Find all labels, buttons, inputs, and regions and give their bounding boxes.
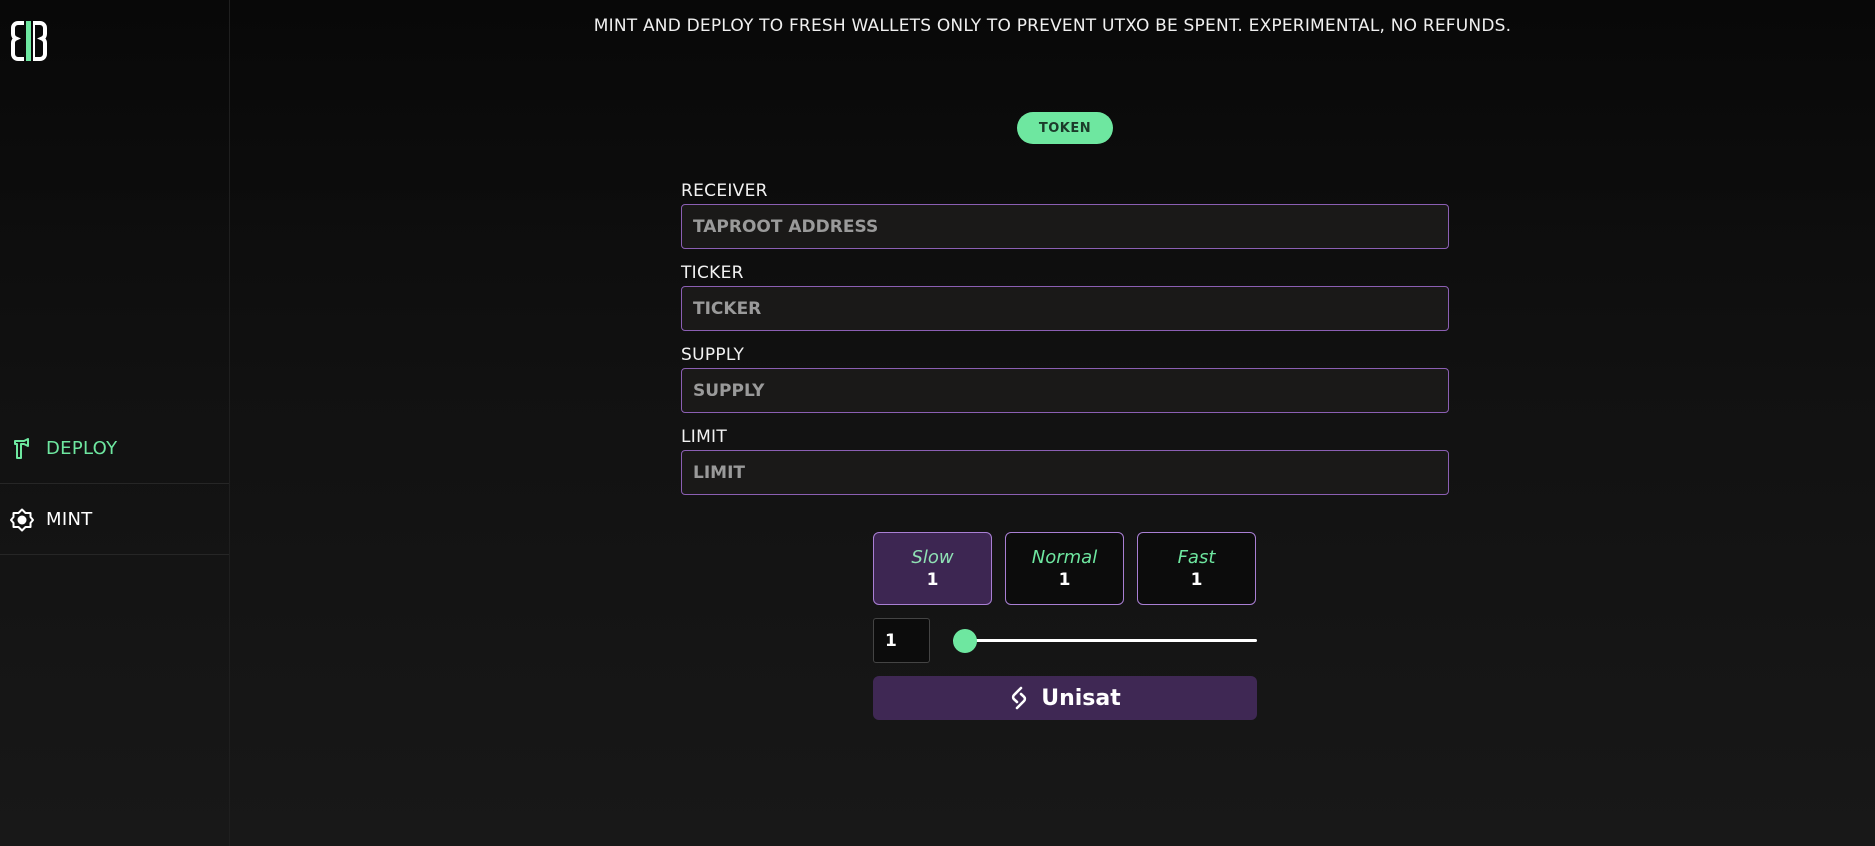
fee-option-value: 1 bbox=[926, 569, 939, 590]
receiver-label: RECEIVER bbox=[681, 181, 768, 201]
sidebar: DEPLOY MINT bbox=[0, 0, 230, 846]
warning-notice: MINT AND DEPLOY TO FRESH WALLETS ONLY TO… bbox=[593, 16, 1512, 36]
fee-option-name: Slow bbox=[911, 546, 954, 568]
sidebar-item-label: DEPLOY bbox=[46, 438, 118, 459]
fee-option-normal[interactable]: Normal 1 bbox=[1005, 532, 1124, 605]
fee-rate-slider-thumb[interactable] bbox=[953, 629, 977, 653]
fee-option-value: 1 bbox=[1058, 569, 1071, 590]
fee-option-name: Normal bbox=[1031, 546, 1098, 568]
unisat-button-label: Unisat bbox=[1041, 685, 1121, 711]
unisat-icon bbox=[1009, 686, 1029, 710]
sidebar-item-deploy[interactable]: DEPLOY bbox=[0, 414, 229, 484]
custom-fee-rate-input[interactable] bbox=[873, 618, 930, 663]
logo-icon bbox=[11, 21, 47, 61]
limit-label: LIMIT bbox=[681, 427, 728, 447]
app-logo[interactable] bbox=[11, 20, 47, 62]
limit-input[interactable] bbox=[681, 450, 1449, 495]
unisat-submit-button[interactable]: Unisat bbox=[873, 676, 1257, 720]
token-mode-button[interactable]: TOKEN bbox=[1017, 112, 1113, 144]
supply-label: SUPPLY bbox=[681, 345, 745, 365]
gear-icon bbox=[10, 508, 34, 532]
fee-option-slow[interactable]: Slow 1 bbox=[873, 532, 992, 605]
fee-rate-slider-track[interactable] bbox=[953, 639, 1257, 642]
ticker-label: TICKER bbox=[681, 263, 744, 283]
hammer-icon bbox=[10, 437, 34, 461]
sidebar-item-mint[interactable]: MINT bbox=[0, 485, 229, 555]
sidebar-item-label: MINT bbox=[46, 509, 93, 530]
fee-option-fast[interactable]: Fast 1 bbox=[1137, 532, 1256, 605]
supply-input[interactable] bbox=[681, 368, 1449, 413]
ticker-input[interactable] bbox=[681, 286, 1449, 331]
fee-option-name: Fast bbox=[1177, 546, 1216, 568]
receiver-input[interactable] bbox=[681, 204, 1449, 249]
fee-option-value: 1 bbox=[1190, 569, 1203, 590]
